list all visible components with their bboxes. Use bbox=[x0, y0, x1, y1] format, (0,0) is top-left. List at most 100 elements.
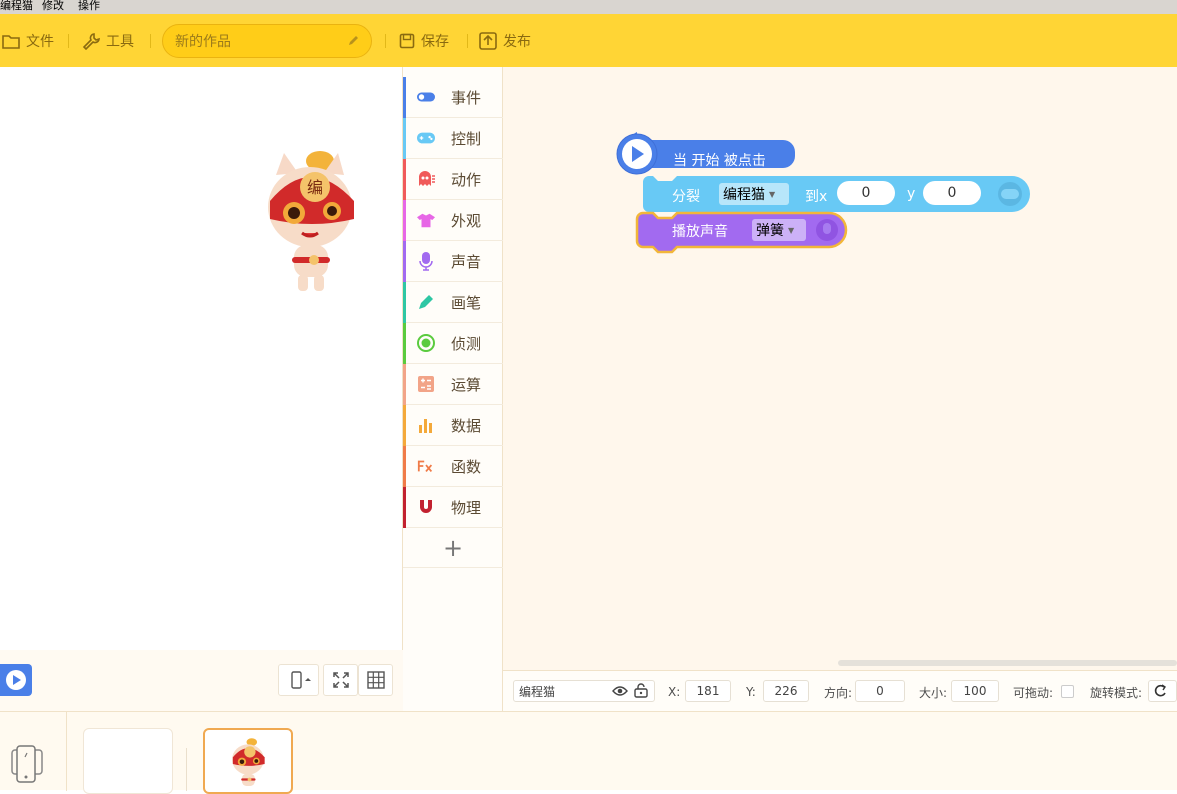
tools-button[interactable]: 工具 bbox=[82, 28, 134, 54]
category-operators[interactable]: 运算 bbox=[403, 364, 503, 405]
split-target-value: 编程猫 bbox=[723, 187, 765, 203]
rotation-mode-label: 旋转模式: bbox=[1090, 685, 1143, 700]
category-label: 画笔 bbox=[451, 293, 482, 312]
category-color-bar bbox=[403, 159, 406, 200]
workspace-horizontal-scrollbar[interactable] bbox=[838, 660, 1177, 666]
eye-icon[interactable] bbox=[612, 685, 628, 697]
sprite-card-coding-cat[interactable] bbox=[203, 728, 293, 794]
sprite-properties-bar: 编程猫 X: 181 Y: 226 方向: 0 大小: 100 可拖动: 旋转模… bbox=[503, 670, 1177, 711]
fullscreen-icon bbox=[332, 672, 349, 688]
menu-item-operate[interactable]: 操作 bbox=[78, 0, 100, 12]
sprite-coding-cat[interactable]: 编 bbox=[262, 145, 358, 293]
magnet-icon bbox=[417, 498, 435, 516]
category-data[interactable]: 数据 bbox=[403, 405, 503, 446]
unlock-icon[interactable] bbox=[634, 683, 648, 698]
pencil-icon bbox=[349, 36, 358, 45]
to-x-label: 到x bbox=[805, 189, 828, 205]
phone-icon bbox=[290, 671, 311, 689]
sound-value: 弹簧 bbox=[756, 223, 784, 239]
menu-item-edit[interactable]: 修改 bbox=[42, 0, 64, 12]
calculator-icon bbox=[417, 375, 435, 393]
microphone-icon bbox=[417, 252, 435, 271]
sprite-list bbox=[0, 711, 1177, 794]
stage-canvas[interactable]: 编 bbox=[0, 67, 403, 711]
category-looks[interactable]: 外观 bbox=[403, 200, 503, 241]
category-label: 外观 bbox=[451, 211, 482, 230]
project-title-input[interactable]: 新的作品 bbox=[162, 24, 372, 58]
function-icon bbox=[417, 457, 435, 475]
category-pen[interactable]: 画笔 bbox=[403, 282, 503, 323]
play-icon bbox=[6, 670, 26, 690]
category-physics[interactable]: 物理 bbox=[403, 487, 503, 528]
play-sound-block[interactable] bbox=[635, 211, 849, 257]
rotation-mode-select[interactable] bbox=[1148, 680, 1177, 702]
category-color-bar bbox=[403, 323, 406, 364]
svg-text:编: 编 bbox=[307, 178, 323, 197]
direction-input[interactable]: 0 bbox=[855, 680, 905, 702]
hat-block-label: 当 开始 被点击 bbox=[673, 153, 766, 169]
toolbar-divider bbox=[467, 34, 468, 48]
category-color-bar bbox=[403, 282, 406, 323]
menu-item-app[interactable]: 编程猫 bbox=[0, 0, 33, 12]
save-label: 保存 bbox=[421, 34, 449, 50]
chevron-down-icon: ▼ bbox=[769, 189, 776, 199]
sprite-name-value: 编程猫 bbox=[519, 684, 556, 699]
file-label: 文件 bbox=[26, 34, 54, 50]
y-value-input[interactable]: 0 bbox=[923, 181, 981, 205]
folder-icon bbox=[2, 35, 20, 49]
save-icon bbox=[399, 33, 415, 49]
device-column bbox=[0, 712, 67, 791]
category-color-bar bbox=[403, 405, 406, 446]
play-sound-label: 播放声音 bbox=[672, 224, 728, 240]
x-input[interactable]: 181 bbox=[685, 680, 731, 702]
chevron-down-icon: ▼ bbox=[788, 225, 795, 235]
split-target-dropdown[interactable]: 编程猫 ▼ bbox=[719, 183, 789, 205]
sound-dropdown[interactable]: 弹簧 ▼ bbox=[752, 219, 806, 241]
category-color-bar bbox=[403, 487, 406, 528]
category-sound[interactable]: 声音 bbox=[403, 241, 503, 282]
category-color-bar bbox=[403, 200, 406, 241]
run-button[interactable] bbox=[0, 664, 32, 696]
menu-bar: 编程猫 修改 操作 bbox=[0, 0, 1177, 14]
category-label: 数据 bbox=[451, 416, 482, 435]
toolbar-divider bbox=[150, 34, 151, 48]
block-category-palette: 事件 控制 动作 外观 声音 画笔 侦测 运算 数据 函数 物理 + bbox=[403, 67, 503, 711]
rotate-icon bbox=[1154, 684, 1166, 697]
publish-button[interactable]: 发布 bbox=[479, 28, 531, 54]
file-button[interactable]: 文件 bbox=[2, 28, 54, 54]
x-value-input[interactable]: 0 bbox=[837, 181, 895, 205]
y-input[interactable]: 226 bbox=[763, 680, 809, 702]
add-category-button[interactable]: + bbox=[403, 528, 503, 568]
category-control[interactable]: 控制 bbox=[403, 118, 503, 159]
toolbar: 文件 工具 新的作品 保存 发布 bbox=[0, 14, 1177, 67]
category-label: 事件 bbox=[451, 88, 482, 107]
direction-label: 方向: bbox=[824, 685, 853, 700]
device-mode-button[interactable] bbox=[278, 664, 319, 696]
category-motion[interactable]: 动作 bbox=[403, 159, 503, 200]
category-color-bar bbox=[403, 118, 406, 159]
size-input[interactable]: 100 bbox=[951, 680, 999, 702]
size-label: 大小: bbox=[919, 685, 948, 700]
device-icon[interactable] bbox=[11, 745, 45, 783]
category-label: 侦测 bbox=[451, 334, 482, 353]
grid-icon bbox=[366, 671, 385, 689]
target-icon bbox=[417, 334, 435, 352]
category-label: 物理 bbox=[451, 498, 482, 517]
script-workspace[interactable]: 当 开始 被点击 分裂 编程猫 ▼ 到x 0 y 0 播放声音 弹簧 ▼ bbox=[503, 67, 1177, 670]
fullscreen-button[interactable] bbox=[323, 664, 358, 696]
y-label: Y: bbox=[746, 685, 756, 699]
category-label: 控制 bbox=[451, 129, 482, 148]
gamepad-icon bbox=[417, 129, 435, 147]
category-sensing[interactable]: 侦测 bbox=[403, 323, 503, 364]
category-functions[interactable]: 函数 bbox=[403, 446, 503, 487]
wrench-icon bbox=[82, 33, 100, 50]
category-color-bar bbox=[403, 364, 406, 405]
grid-toggle-button[interactable] bbox=[358, 664, 393, 696]
publish-label: 发布 bbox=[503, 34, 531, 50]
x-label: X: bbox=[668, 685, 681, 699]
stage-background-card[interactable] bbox=[83, 728, 173, 794]
upload-icon bbox=[479, 32, 497, 50]
save-button[interactable]: 保存 bbox=[399, 28, 449, 54]
category-events[interactable]: 事件 bbox=[403, 77, 503, 118]
draggable-checkbox[interactable] bbox=[1061, 685, 1074, 698]
